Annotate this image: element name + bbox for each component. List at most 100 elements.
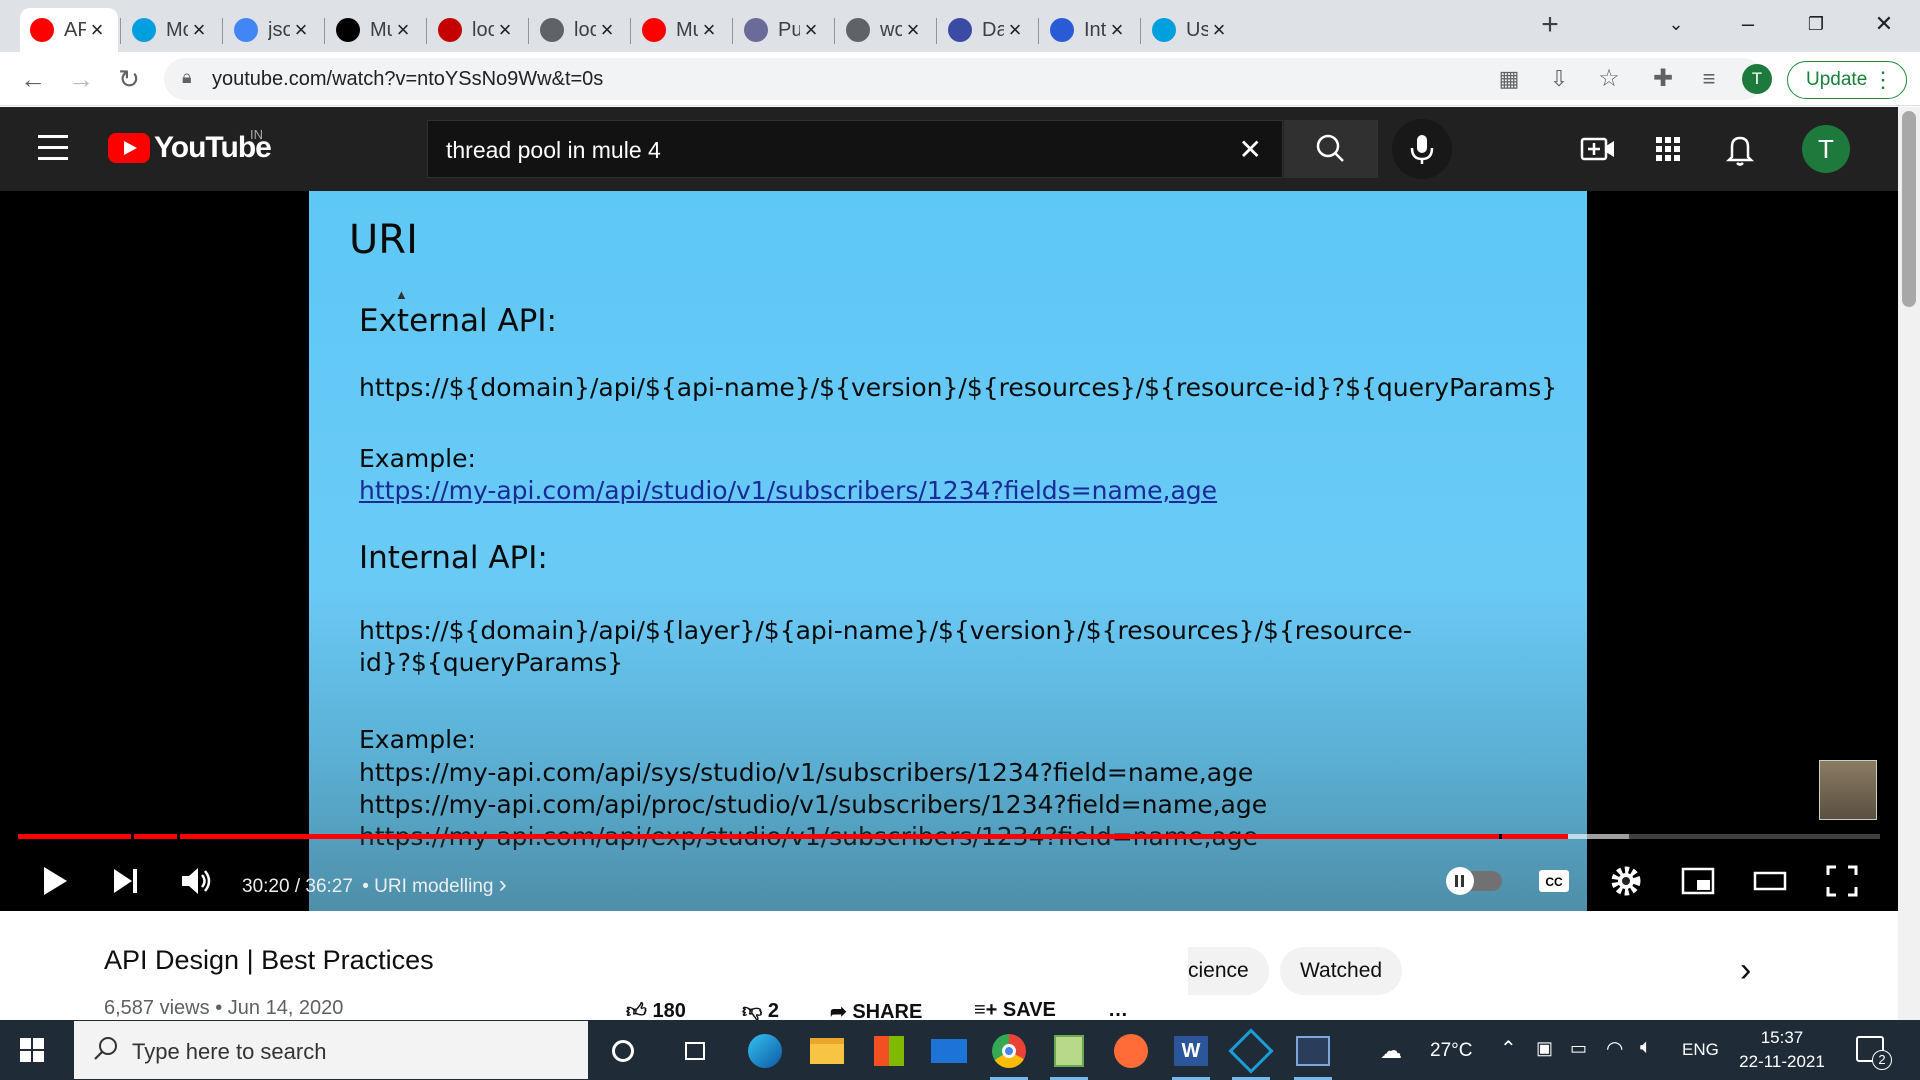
scrollbar-thumb[interactable]	[1902, 111, 1916, 307]
theater-mode-icon[interactable]	[1750, 861, 1790, 901]
tab-title: Dat	[982, 18, 1004, 41]
close-tab-icon[interactable]: ×	[392, 17, 414, 43]
meet-now-icon[interactable]: ▣	[1536, 1038, 1553, 1059]
browser-tab[interactable]: Mul×	[632, 8, 730, 52]
restore-button[interactable]: ❐	[1792, 6, 1840, 42]
search-input[interactable]: thread pool in mule 4 ✕	[427, 120, 1283, 178]
close-tab-icon[interactable]: ×	[86, 17, 108, 43]
reading-list-icon[interactable]: ≡	[1694, 64, 1724, 94]
next-video-icon[interactable]	[106, 861, 146, 901]
chips-next-chevron-icon[interactable]: ›	[1740, 951, 1751, 990]
fullscreen-icon[interactable]	[1822, 861, 1862, 901]
chapter-title[interactable]: URI modelling	[374, 876, 493, 897]
update-button[interactable]: Update ⋮	[1787, 61, 1907, 99]
browser-tab[interactable]: Mo×	[122, 8, 220, 52]
file-explorer-icon[interactable]	[804, 1028, 850, 1074]
close-tab-icon[interactable]: ×	[1208, 17, 1230, 43]
chapter-chevron-icon[interactable]: ›	[499, 871, 507, 898]
more-actions-button[interactable]: …	[1108, 999, 1128, 1022]
clear-search-icon[interactable]: ✕	[1239, 133, 1262, 166]
play-icon[interactable]	[34, 861, 74, 901]
new-tab-button[interactable]: +	[1534, 10, 1566, 42]
save-button[interactable]: ≡+ SAVE	[974, 999, 1056, 1022]
browser-tab[interactable]: json×	[224, 8, 322, 52]
youtube-logo[interactable]: YouTube IN	[108, 127, 272, 165]
language-indicator[interactable]: ENG	[1682, 1040, 1719, 1060]
search-query-text[interactable]: thread pool in mule 4	[446, 137, 661, 164]
apps-grid-icon[interactable]	[1648, 129, 1688, 169]
close-tab-icon[interactable]: ×	[494, 17, 516, 43]
mail-icon[interactable]	[926, 1028, 972, 1074]
miniplayer-icon[interactable]	[1678, 861, 1718, 901]
battery-icon[interactable]: ▭	[1570, 1038, 1587, 1059]
mule-app-icon[interactable]	[1290, 1028, 1336, 1080]
tab-search-chevron-icon[interactable]: ⌄	[1652, 6, 1700, 42]
install-app-icon[interactable]: ⇩	[1544, 64, 1574, 94]
speaker-icon[interactable]: 🔈︎	[1640, 1036, 1652, 1059]
bookmark-star-icon[interactable]: ☆	[1594, 64, 1624, 94]
task-view-icon[interactable]	[672, 1028, 718, 1074]
back-arrow-icon[interactable]: ←	[18, 64, 48, 94]
browser-tab[interactable]: Mul×	[326, 8, 424, 52]
weather-temperature[interactable]: 27°C	[1430, 1040, 1472, 1062]
kebab-menu-icon[interactable]: ⋮	[1872, 62, 1894, 98]
close-tab-icon[interactable]: ×	[902, 17, 924, 43]
create-video-icon[interactable]	[1578, 129, 1618, 169]
weather-cloud-icon[interactable]: ☁	[1380, 1038, 1402, 1064]
browser-tab-strip: API×Mo×json×Mul×loca×loca×Mul×Pub×wor×Da…	[0, 0, 1920, 52]
autoplay-toggle[interactable]	[1446, 867, 1502, 895]
windows-start-icon[interactable]	[20, 1038, 44, 1062]
browser-tab[interactable]: Usin×	[1142, 8, 1240, 52]
browser-tab[interactable]: API×	[20, 8, 118, 52]
browser-tab[interactable]: loca×	[530, 8, 628, 52]
qr-code-icon[interactable]: ▦	[1494, 64, 1524, 94]
subtitles-cc-icon[interactable]: CC	[1534, 861, 1574, 901]
volume-icon[interactable]	[176, 861, 216, 901]
settings-gear-icon[interactable]	[1606, 861, 1646, 901]
word-icon[interactable]: W	[1168, 1028, 1214, 1080]
browser-tab[interactable]: Inte×	[1040, 8, 1138, 52]
close-tab-icon[interactable]: ×	[596, 17, 618, 43]
video-player[interactable]: URI External API: https://${domain}/api/…	[0, 191, 1898, 911]
url-text[interactable]: youtube.com/watch?v=ntoYSsNo9Ww&t=0s	[212, 68, 603, 91]
minimize-button[interactable]: –	[1724, 6, 1772, 42]
progress-bar[interactable]	[18, 834, 1880, 839]
browser-tab[interactable]: Pub×	[734, 8, 832, 52]
account-avatar[interactable]: T	[1802, 125, 1850, 173]
extensions-puzzle-icon[interactable]: ✚	[1648, 64, 1678, 94]
close-tab-icon[interactable]: ×	[1106, 17, 1128, 43]
voice-search-button[interactable]	[1392, 119, 1452, 179]
notification-center-icon[interactable]: 2	[1856, 1036, 1892, 1070]
microsoft-store-icon[interactable]	[866, 1028, 912, 1074]
profile-avatar[interactable]: T	[1742, 64, 1772, 94]
address-bar[interactable]: 🔒︎ youtube.com/watch?v=ntoYSsNo9Ww&t=0s …	[164, 58, 1764, 100]
browser-tab[interactable]: wor×	[836, 8, 934, 52]
notifications-bell-icon[interactable]	[1720, 129, 1760, 169]
anypoint-studio-icon[interactable]	[1228, 1028, 1274, 1080]
postman-icon[interactable]	[1108, 1028, 1154, 1074]
show-hidden-icons-chevron-icon[interactable]: ⌃	[1500, 1036, 1517, 1061]
reload-icon[interactable]: ↻	[114, 64, 144, 94]
browser-tab[interactable]: loca×	[428, 8, 526, 52]
close-tab-icon[interactable]: ×	[188, 17, 210, 43]
forward-arrow-icon[interactable]: →	[66, 64, 96, 94]
close-tab-icon[interactable]: ×	[800, 17, 822, 43]
wifi-icon[interactable]: ◠	[1606, 1036, 1623, 1061]
taskbar-search-input[interactable]: Type here to search	[74, 1021, 588, 1079]
chip-watched[interactable]: Watched	[1280, 947, 1403, 995]
page-scrollbar[interactable]	[1898, 107, 1920, 1020]
close-tab-icon[interactable]: ×	[698, 17, 720, 43]
lock-icon[interactable]: 🔒︎	[182, 67, 192, 88]
chip-science[interactable]: cience	[1188, 947, 1269, 995]
browser-tab[interactable]: Dat×	[938, 8, 1036, 52]
close-tab-icon[interactable]: ×	[1004, 17, 1026, 43]
chrome-icon[interactable]	[986, 1028, 1032, 1080]
search-button[interactable]	[1284, 120, 1378, 178]
edge-browser-icon[interactable]	[742, 1028, 788, 1074]
menu-hamburger-icon[interactable]	[38, 135, 68, 168]
cortana-icon[interactable]	[600, 1028, 646, 1074]
system-clock[interactable]: 15:37 22-11-2021	[1730, 1026, 1834, 1074]
notepad-plus-icon[interactable]	[1046, 1028, 1092, 1080]
close-window-button[interactable]: ✕	[1860, 6, 1908, 42]
close-tab-icon[interactable]: ×	[290, 17, 312, 43]
